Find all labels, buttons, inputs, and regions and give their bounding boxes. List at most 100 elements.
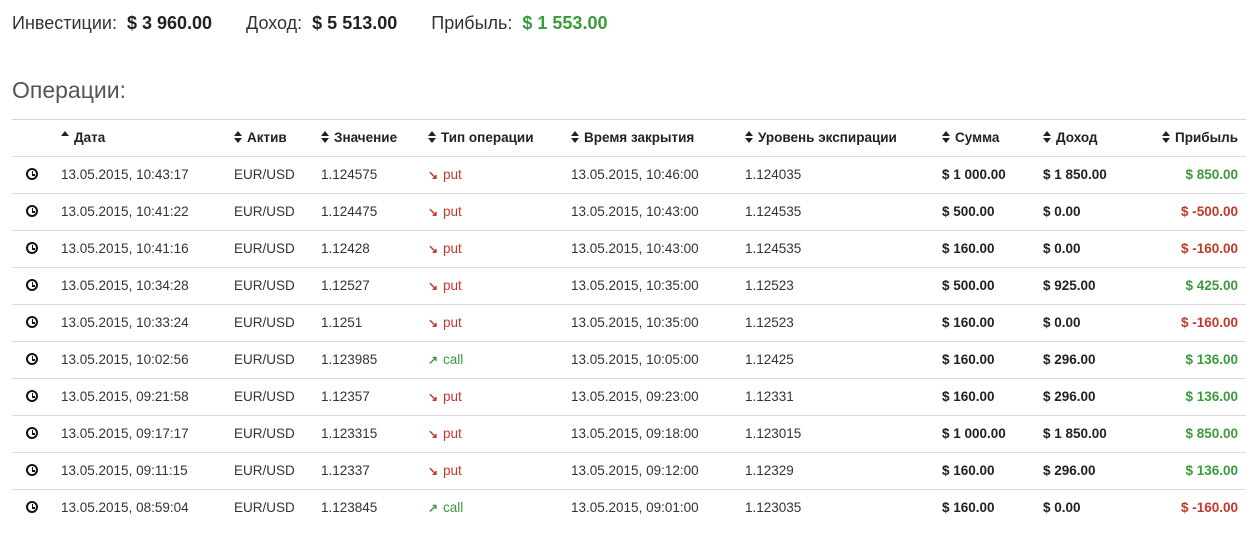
cell-status [12, 379, 52, 415]
cell-asset: EUR/USD [234, 315, 295, 330]
cell-type: ↘ put [428, 416, 462, 452]
cell-sum: $ 160.00 [942, 500, 995, 515]
cell-status [12, 157, 52, 193]
table-row[interactable]: 13.05.2015, 10:41:22 EUR/USD 1.124475 ↘ put 1… [12, 193, 1246, 230]
table-row[interactable]: 13.05.2015, 08:59:04 EUR/USD 1.123845 ↗ call… [12, 489, 1246, 526]
cell-close-time: 13.05.2015, 09:18:00 [571, 426, 699, 441]
arrow-down-right-icon: ↘ [428, 168, 439, 182]
cell-date: 13.05.2015, 10:33:24 [61, 315, 189, 330]
clock-icon [26, 464, 38, 476]
cell-type: ↘ put [428, 453, 462, 489]
arrow-up-right-icon: ↗ [428, 501, 439, 515]
clock-icon [26, 316, 38, 328]
cell-sum: $ 160.00 [942, 463, 995, 478]
cell-date: 13.05.2015, 10:34:28 [61, 278, 189, 293]
cell-date: 13.05.2015, 09:17:17 [61, 426, 189, 441]
cell-type: ↘ put [428, 157, 462, 193]
cell-close-time: 13.05.2015, 10:35:00 [571, 278, 699, 293]
cell-expiry-level: 1.12523 [745, 315, 794, 330]
cell-date: 13.05.2015, 10:41:16 [61, 241, 189, 256]
table-row[interactable]: 13.05.2015, 10:33:24 EUR/USD 1.1251 ↘ put 13.… [12, 304, 1246, 341]
sort-icon [942, 131, 951, 143]
cell-close-time: 13.05.2015, 10:05:00 [571, 352, 699, 367]
income-stat: Доход: $ 5 513.00 [246, 13, 397, 34]
cell-income: $ 0.00 [1043, 500, 1081, 515]
sort-icon [321, 131, 330, 143]
column-header-expiry-level[interactable]: Уровень экспирации [745, 120, 897, 156]
cell-status [12, 342, 52, 378]
column-header-sum[interactable]: Сумма [942, 120, 999, 156]
column-header-date[interactable]: Дата [61, 120, 105, 156]
type-label: put [443, 463, 462, 478]
cell-value: 1.124475 [321, 204, 378, 219]
cell-sum: $ 160.00 [942, 315, 995, 330]
column-header-value[interactable]: Значение [321, 120, 397, 156]
table-body: 13.05.2015, 10:43:17 EUR/USD 1.124575 ↘ put 1… [12, 156, 1246, 526]
clock-icon [26, 353, 38, 365]
cell-date: 13.05.2015, 09:11:15 [61, 463, 188, 478]
cell-date: 13.05.2015, 10:41:22 [61, 204, 189, 219]
income-value: $ 5 513.00 [312, 12, 398, 33]
type-label: put [443, 315, 462, 330]
arrow-down-right-icon: ↘ [428, 205, 439, 219]
arrow-down-right-icon: ↘ [428, 316, 439, 330]
table-row[interactable]: 13.05.2015, 09:21:58 EUR/USD 1.12357 ↘ put 13… [12, 378, 1246, 415]
arrow-down-right-icon: ↘ [428, 464, 439, 478]
cell-asset: EUR/USD [234, 352, 295, 367]
cell-sum: $ 500.00 [942, 204, 995, 219]
cell-close-time: 13.05.2015, 09:23:00 [571, 389, 699, 404]
cell-expiry-level: 1.124535 [745, 204, 802, 219]
cell-profit: $ -160.00 [1180, 241, 1238, 256]
table-row[interactable]: 13.05.2015, 09:17:17 EUR/USD 1.123315 ↘ put 1… [12, 415, 1246, 452]
table-row[interactable]: 13.05.2015, 10:43:17 EUR/USD 1.124575 ↘ put 1… [12, 156, 1246, 193]
investments-label: Инвестиции: [12, 12, 117, 33]
cell-asset: EUR/USD [234, 500, 295, 515]
income-label: Доход: [246, 12, 303, 33]
cell-asset: EUR/USD [234, 241, 295, 256]
column-header-profit[interactable]: Прибыль [1162, 120, 1238, 156]
cell-expiry-level: 1.124535 [745, 241, 802, 256]
table-row[interactable]: 13.05.2015, 09:11:15 EUR/USD 1.12337 ↘ put 13… [12, 452, 1246, 489]
cell-status [12, 490, 52, 526]
investments-value: $ 3 960.00 [126, 12, 213, 33]
cell-profit: $ 136.00 [1185, 389, 1238, 404]
cell-profit: $ -160.00 [1180, 315, 1238, 330]
cell-status [12, 416, 52, 452]
clock-icon [26, 427, 38, 439]
cell-sum: $ 500.00 [942, 278, 995, 293]
sort-icon [234, 131, 243, 143]
cell-value: 1.12357 [321, 389, 370, 404]
cell-close-time: 13.05.2015, 10:35:00 [571, 315, 699, 330]
sort-icon [571, 131, 580, 143]
section-title: Операции: [12, 77, 126, 103]
column-header-income[interactable]: Доход [1043, 120, 1098, 156]
cell-type: ↘ put [428, 379, 462, 415]
type-label: put [443, 389, 462, 404]
table-row[interactable]: 13.05.2015, 10:02:56 EUR/USD 1.123985 ↗ call… [12, 341, 1246, 378]
sort-icon [1162, 131, 1171, 143]
investments-stat: Инвестиции: $ 3 960.00 [12, 13, 212, 34]
cell-close-time: 13.05.2015, 10:46:00 [571, 167, 699, 182]
cell-value: 1.124575 [321, 167, 378, 182]
cell-status [12, 194, 52, 230]
cell-close-time: 13.05.2015, 09:01:00 [571, 500, 699, 515]
cell-asset: EUR/USD [234, 463, 295, 478]
table-row[interactable]: 13.05.2015, 10:41:16 EUR/USD 1.12428 ↘ put 13… [12, 230, 1246, 267]
cell-asset: EUR/USD [234, 389, 295, 404]
cell-value: 1.123985 [321, 352, 378, 367]
column-header-close-time[interactable]: Время закрытия [571, 120, 694, 156]
cell-status [12, 231, 52, 267]
cell-income: $ 296.00 [1043, 463, 1096, 478]
type-label: call [443, 352, 464, 367]
cell-value: 1.123845 [321, 500, 378, 515]
cell-income: $ 0.00 [1043, 315, 1081, 330]
cell-value: 1.12428 [321, 241, 370, 256]
summary-bar: Инвестиции: $ 3 960.00 Доход: $ 5 513.00… [12, 10, 641, 36]
column-header-asset[interactable]: Актив [234, 120, 287, 156]
cell-asset: EUR/USD [234, 167, 295, 182]
clock-icon [26, 242, 38, 254]
arrow-down-right-icon: ↘ [428, 390, 439, 404]
column-header-type[interactable]: Тип операции [428, 120, 534, 156]
cell-type: ↗ call [428, 490, 463, 526]
table-row[interactable]: 13.05.2015, 10:34:28 EUR/USD 1.12527 ↘ put 13… [12, 267, 1246, 304]
